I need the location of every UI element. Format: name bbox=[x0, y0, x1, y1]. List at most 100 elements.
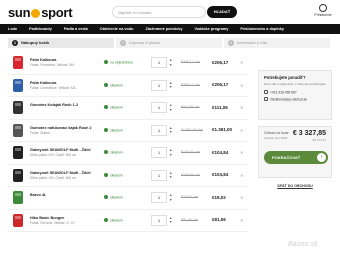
step-info[interactable]: 3 Informácie o Vás bbox=[224, 38, 330, 48]
product-thumbnail[interactable] bbox=[10, 167, 26, 184]
line-price: €206,17 bbox=[212, 82, 229, 87]
vat-value: €2 773,21 bbox=[312, 138, 326, 142]
remove-icon[interactable]: ✕ bbox=[240, 105, 243, 110]
nav-item[interactable]: Oblečenie na vodu bbox=[94, 27, 140, 31]
logo[interactable]: sun sport bbox=[8, 5, 73, 20]
product-name[interactable]: Gabeyonit SEAWOLF Multi - Ždiel bbox=[30, 171, 91, 175]
stock-status: skladom bbox=[104, 217, 123, 222]
product-variant: Farba: Cornet/blue, Veľkosť: M/L bbox=[30, 85, 77, 90]
quantity-stepper[interactable]: ▲ ▼ bbox=[169, 126, 172, 135]
total-value: € 3 327,85 bbox=[292, 130, 326, 137]
quantity-stepper[interactable]: ▲ ▼ bbox=[169, 58, 172, 67]
check-icon bbox=[104, 217, 108, 222]
user-icon bbox=[319, 4, 327, 12]
remove-icon[interactable]: ✕ bbox=[240, 195, 243, 200]
product-name[interactable]: Palm Kaikoura bbox=[30, 58, 56, 62]
stock-status: na objednávku bbox=[104, 60, 133, 65]
remove-icon[interactable]: ✕ bbox=[240, 83, 243, 88]
watermark: Bazos.sk bbox=[288, 241, 318, 248]
quantity-input[interactable]: 1 bbox=[151, 102, 167, 113]
product-thumbnail[interactable] bbox=[10, 122, 26, 139]
product-thumbnail[interactable] bbox=[10, 77, 26, 94]
cart-item-row: Hiko Basic Bungee Farba: Červená, Veľkos… bbox=[8, 210, 248, 232]
product-thumbnail[interactable] bbox=[10, 54, 26, 71]
product-thumbnail[interactable] bbox=[10, 144, 26, 161]
quantity-input[interactable]: 1 bbox=[151, 214, 167, 226]
remove-icon[interactable]: ✕ bbox=[240, 173, 243, 178]
stock-status: skladom bbox=[104, 172, 123, 177]
remove-icon[interactable]: ✕ bbox=[240, 60, 243, 65]
product-name[interactable]: Gumotex nafukovací kajak Rush 2 bbox=[30, 126, 92, 130]
help-title: Potrebujete poradiť? bbox=[264, 75, 306, 80]
quantity-input[interactable]: 1 bbox=[151, 124, 167, 136]
unit-price: €19,02 / ks bbox=[181, 195, 199, 199]
product-variant: Farba: Červená, Veľkosť: O, XY bbox=[30, 220, 75, 225]
continue-button[interactable]: POKRAČOVAŤ › bbox=[264, 151, 328, 164]
remove-icon[interactable]: ✕ bbox=[240, 150, 243, 155]
quantity-stepper[interactable]: ▲ ▼ bbox=[169, 81, 172, 90]
stock-status: skladom bbox=[104, 150, 123, 155]
nav-item[interactable]: Padleboardy bbox=[23, 27, 58, 31]
step-shipping[interactable]: 2 Doprava & platba bbox=[116, 38, 222, 48]
stock-status: skladom bbox=[104, 127, 123, 132]
check-icon bbox=[104, 60, 108, 64]
quantity-input[interactable]: 1 bbox=[151, 57, 167, 68]
nav-item[interactable]: Vodácke programy bbox=[188, 27, 234, 31]
cart-item-row: Gabeyonit SEAWOLF Multi - Ždiel Dĺžka pá… bbox=[8, 142, 248, 165]
unit-price: €81,06 / ks bbox=[181, 217, 199, 222]
site-header: sun sport Napíšte čo hľadáte HĽADAŤ Prihl… bbox=[0, 0, 340, 24]
line-price: €104,84 bbox=[212, 172, 229, 177]
product-name[interactable]: Hiko Basic Bungee bbox=[30, 216, 64, 220]
phone-link[interactable]: +421 918 455 567 bbox=[264, 90, 326, 95]
cart-item-row: Gabeyonit SEAWOLF Multi - Ždiel Dĺžka pá… bbox=[8, 165, 248, 187]
help-text: Sme vám k dispozícii, v čase ako potrebu… bbox=[264, 82, 326, 86]
quantity-stepper[interactable]: ▲ ▼ bbox=[169, 171, 172, 180]
product-name[interactable]: Bravo 4L bbox=[30, 193, 46, 197]
unit-price: €206,17 / ks bbox=[181, 82, 201, 87]
remove-icon[interactable]: ✕ bbox=[240, 128, 243, 133]
quantity-input[interactable]: 1 bbox=[151, 192, 167, 203]
quantity-stepper[interactable]: ▲ ▼ bbox=[169, 148, 172, 157]
product-name[interactable]: Gumotex Kolajak Rush 1-2 bbox=[30, 103, 78, 107]
product-thumbnail[interactable] bbox=[10, 189, 26, 206]
quantity-input[interactable]: 1 bbox=[151, 147, 167, 158]
search-button[interactable]: HĽADAŤ bbox=[207, 6, 237, 18]
search-input[interactable]: Napíšte čo hľadáte bbox=[112, 6, 206, 18]
login-link[interactable]: Prihlásenie bbox=[312, 4, 334, 17]
line-price: €19,02 bbox=[212, 194, 226, 200]
nav-item[interactable]: Záchranné pomôcky bbox=[140, 27, 189, 31]
nav-item[interactable]: Príslušenstvo a doplnky bbox=[234, 27, 290, 31]
sun-icon bbox=[31, 9, 41, 18]
stock-status: skladom bbox=[104, 82, 123, 87]
main-nav: Lode Padleboardy Pádla a veslá Oblečenie… bbox=[0, 24, 340, 34]
product-name[interactable]: Gabeyonit SEAWOLF Multi - Ždiel bbox=[30, 148, 91, 152]
product-thumbnail[interactable] bbox=[10, 99, 26, 116]
line-price: €81,06 bbox=[212, 217, 226, 222]
help-box: Potrebujete poradiť? Sme vám k dispozíci… bbox=[258, 70, 332, 120]
cart-item-row: Gumotex Kolajak Rush 1-2 skladom 1 ▲ ▼ €1… bbox=[8, 97, 248, 120]
cart-item-row: Palm Kaikoura Farba: Ferrari/red, Veľkos… bbox=[8, 52, 248, 75]
unit-price: €206,17 / ks bbox=[181, 60, 201, 64]
product-name[interactable]: Palm Kaikoura bbox=[30, 81, 56, 85]
quantity-stepper[interactable]: ▲ ▼ bbox=[169, 193, 172, 202]
back-to-shop-link[interactable]: SPÄŤ DO OBCHODU bbox=[258, 184, 332, 188]
quantity-stepper[interactable]: ▲ ▼ bbox=[169, 103, 172, 112]
line-price: €111,06 bbox=[212, 104, 228, 110]
remove-icon[interactable]: ✕ bbox=[240, 218, 243, 223]
quantity-stepper[interactable]: ▲ ▼ bbox=[169, 216, 172, 225]
phone-icon bbox=[264, 90, 268, 94]
stock-status: skladom bbox=[104, 105, 123, 110]
unit-price: €111,06 / ks bbox=[181, 105, 200, 109]
cart-item-row: Palm Kaikoura Farba: Cornet/blue, Veľkos… bbox=[8, 75, 248, 97]
checkout-steps: 1 Nákupný košík 2 Doprava & platba 3 Inform… bbox=[8, 38, 332, 48]
nav-item[interactable]: Lode bbox=[0, 27, 23, 31]
product-thumbnail[interactable] bbox=[10, 212, 26, 229]
product-variant: Dĺžka pádla: 200, Čepeľ: 600 cm bbox=[30, 153, 77, 157]
quantity-input[interactable]: 1 bbox=[151, 169, 167, 181]
line-price: €104,84 bbox=[212, 149, 229, 155]
product-variant: Dĺžka pádla: 190, Čepeľ: 600 cm bbox=[30, 175, 77, 180]
quantity-input[interactable]: 1 bbox=[151, 79, 167, 91]
step-cart[interactable]: 1 Nákupný košík bbox=[8, 38, 114, 48]
email-link[interactable]: info@vodacky-obchod.sk bbox=[264, 96, 326, 101]
nav-item[interactable]: Pádla a veslá bbox=[58, 27, 94, 31]
